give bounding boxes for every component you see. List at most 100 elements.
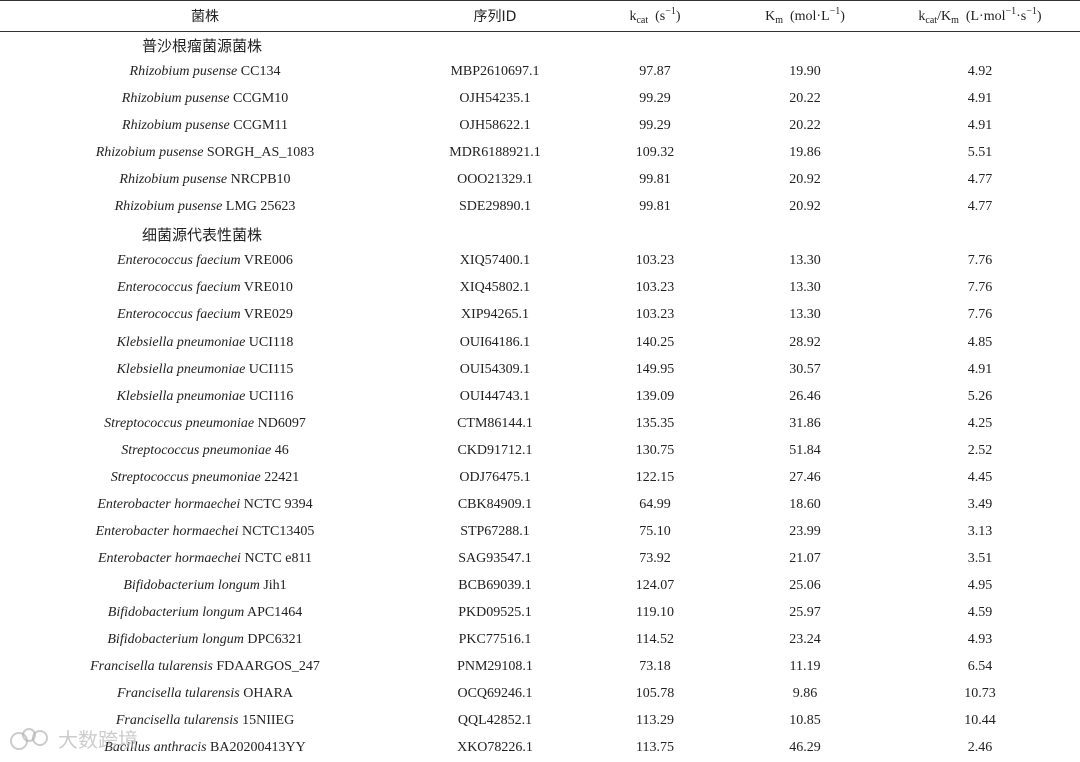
header-ratio-unit-mid: ·s [1016, 9, 1027, 24]
group-title: 细菌源代表性菌株 [142, 225, 263, 244]
species-name: Rhizobium pusense [121, 91, 230, 107]
strain-designation: 22421 [264, 469, 300, 485]
cell-kcat: 103.23 [635, 253, 675, 269]
cell-kcat: 114.52 [636, 632, 674, 648]
cell-km: 20.22 [789, 118, 821, 134]
cell-kcat: 105.78 [635, 686, 675, 702]
cell-seq-id: CTM86144.1 [457, 415, 533, 431]
cell-strain: Bifidobacterium longum APC1464 [0, 599, 410, 626]
species-name: Rhizobium pusense [114, 199, 223, 215]
table-row: Klebsiella pneumoniae UCI115 OUI54309.1 14… [0, 356, 1080, 383]
table-row: Streptococcus pneumoniae ND6097 CTM86144.… [0, 410, 1080, 437]
cell-strain: Streptococcus pneumoniae 22421 [0, 464, 410, 491]
species-name: Streptococcus pneumoniae [121, 442, 272, 458]
cell-kcat-km: 10.73 [964, 686, 996, 702]
strain-designation: 46 [274, 442, 289, 458]
cell-seq-id: OUI54309.1 [459, 361, 531, 377]
species-name: Klebsiella pneumoniae [116, 388, 246, 404]
header-kcat-unit-close: ) [675, 9, 681, 24]
species-name: Enterococcus faecium [117, 307, 241, 323]
cell-kcat: 103.23 [635, 307, 675, 323]
cell-strain: Francisella tularensis FDAARGOS_247 [0, 654, 410, 681]
cell-kcat-km: 7.76 [967, 307, 993, 323]
strain-designation: LMG 25623 [225, 199, 296, 215]
cell-seq-id: QQL42852.1 [457, 713, 533, 729]
cell-km: 10.85 [789, 713, 821, 729]
cell-kcat-km: 4.91 [967, 91, 993, 107]
species-name: Enterococcus faecium [117, 253, 241, 269]
species-name: Rhizobium pusense [119, 172, 228, 188]
cell-strain: Bifidobacterium longum Jih1 [0, 572, 410, 599]
cell-strain: Rhizobium pusense CCGM11 [0, 113, 410, 140]
cell-km: 18.60 [789, 496, 821, 512]
cell-km: 19.86 [789, 145, 821, 161]
header-kcat-unit: (s [655, 9, 666, 24]
cell-seq-id: OUI64186.1 [459, 334, 531, 350]
cell-seq-id: XKO78226.1 [457, 740, 533, 756]
cell-kcat: 109.32 [635, 145, 675, 161]
table-row: Streptococcus pneumoniae 22421 ODJ76475.1… [0, 464, 1080, 491]
cell-km: 21.07 [789, 550, 821, 566]
header-strain: 菌株 [0, 0, 410, 32]
header-km-unit-close: ) [840, 9, 845, 24]
species-name: Enterococcus faecium [117, 280, 241, 296]
cell-seq-id: MDR6188921.1 [449, 145, 541, 161]
cell-kcat: 103.23 [635, 280, 675, 296]
header-kcat-sub: cat [636, 15, 649, 26]
cell-kcat-km: 7.76 [967, 280, 993, 296]
cell-strain: Rhizobium pusense CC134 [0, 59, 410, 86]
cell-seq-id: OUI44743.1 [459, 388, 531, 404]
species-name: Francisella tularensis [90, 659, 213, 675]
cell-km: 25.97 [789, 605, 821, 620]
cell-kcat-km: 4.91 [967, 361, 993, 377]
table-row: Francisella tularensis OHARA OCQ69246.1 10… [0, 681, 1080, 708]
cell-kcat: 113.75 [636, 740, 674, 756]
table-row: Klebsiella pneumoniae UCI118 OUI64186.1 14… [0, 329, 1080, 356]
cell-kcat-km: 10.44 [964, 713, 996, 729]
cell-kcat-km: 4.59 [967, 605, 993, 620]
group-header-row: 细菌源代表性菌株 [0, 221, 1080, 248]
strain-designation: BA20200413YY [210, 740, 306, 756]
cell-kcat-km: 4.91 [967, 118, 993, 134]
cell-kcat: 75.10 [639, 523, 671, 539]
cell-kcat-km: 4.45 [967, 469, 993, 485]
cell-kcat-km: 2.46 [967, 740, 993, 756]
cell-seq-id: OCQ69246.1 [457, 686, 533, 702]
cell-kcat: 130.75 [635, 442, 675, 458]
table-row: Rhizobium pusense CCGM10 OJH54235.1 99.29 2… [0, 86, 1080, 113]
cell-kcat: 113.29 [636, 713, 674, 729]
cell-km: 27.46 [789, 469, 821, 485]
cell-seq-id: XIQ57400.1 [459, 253, 531, 269]
strain-designation: Jih1 [263, 577, 287, 593]
species-name: Enterobacter hormaechei [97, 496, 241, 512]
cell-seq-id: BCB69039.1 [458, 577, 532, 593]
header-km-main: K [765, 9, 776, 24]
cell-strain: Enterobacter hormaechei NCTC e811 [0, 545, 410, 572]
cell-km: 51.84 [789, 442, 821, 458]
strain-designation: VRE006 [243, 253, 293, 269]
cell-seq-id: PKC77516.1 [458, 632, 532, 648]
strain-designation: NCTC e811 [244, 550, 312, 566]
species-name: Francisella tularensis [116, 686, 240, 702]
cell-seq-id: SAG93547.1 [458, 550, 532, 566]
strain-designation: APC1464 [247, 605, 303, 620]
cell-seq-id: CBK84909.1 [457, 496, 533, 512]
strain-designation: VRE010 [243, 280, 293, 296]
cell-kcat-km: 4.95 [967, 577, 993, 593]
table-row: Rhizobium pusense CCGM11 OJH58622.1 99.29 2… [0, 113, 1080, 140]
cell-km: 46.29 [789, 740, 821, 756]
cell-km: 13.30 [789, 307, 821, 323]
cell-km: 13.30 [789, 280, 821, 296]
strain-designation: NRCPB10 [230, 172, 291, 188]
cell-kcat-km: 4.77 [967, 172, 993, 188]
cell-km: 26.46 [789, 388, 821, 404]
cell-kcat: 97.87 [639, 64, 671, 80]
cell-kcat-km: 6.54 [967, 659, 993, 675]
cell-seq-id: MBP2610697.1 [450, 64, 540, 80]
cell-kcat: 122.15 [635, 469, 675, 485]
strain-designation: NCTC13405 [242, 523, 315, 539]
table-row: Bacillus anthracis BA20200413YY XKO78226.… [0, 735, 1080, 762]
strain-designation: UCI118 [248, 334, 294, 350]
cell-kcat-km: 4.92 [967, 64, 993, 80]
strain-designation: 15NIIEG [242, 713, 295, 729]
